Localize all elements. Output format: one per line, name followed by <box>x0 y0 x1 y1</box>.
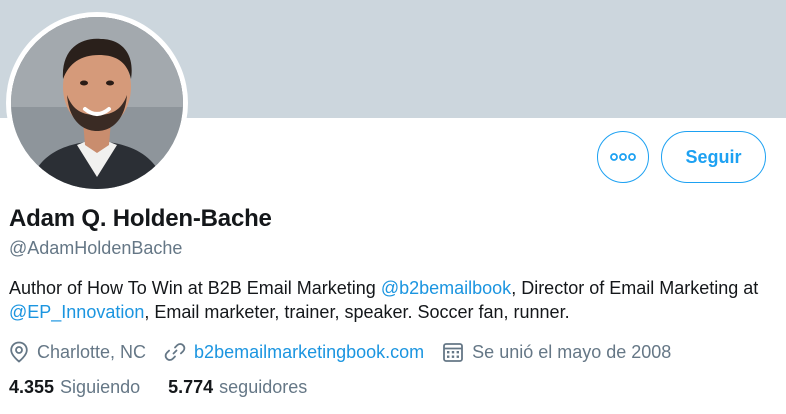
bio-text: Author of How To Win at B2B Email Market… <box>9 278 381 298</box>
website-link[interactable]: b2bemailmarketingbook.com <box>194 342 424 363</box>
followers-stat[interactable]: 5.774 seguidores <box>168 377 307 398</box>
following-stat[interactable]: 4.355 Siguiendo <box>9 377 140 398</box>
following-label: Siguiendo <box>60 377 141 397</box>
avatar-container[interactable] <box>6 12 188 194</box>
location-text: Charlotte, NC <box>37 341 147 362</box>
profile-meta: Charlotte, NC b2bemailmarketingbook.com … <box>9 340 689 364</box>
joined-text: Se unió el mayo de 2008 <box>472 341 672 362</box>
bio-text: , Director of Email Marketing at <box>511 278 759 298</box>
more-horizontal-icon <box>610 153 636 161</box>
link-icon <box>164 343 186 361</box>
profile-bio: Author of How To Win at B2B Email Market… <box>9 276 779 324</box>
calendar-icon <box>443 343 464 362</box>
bio-text: , Email marketer, trainer, speaker. Socc… <box>144 302 570 322</box>
bio-mention-link[interactable]: @b2bemailbook <box>381 278 511 298</box>
profile-stats: 4.355 Siguiendo 5.774 seguidores <box>9 377 335 398</box>
follow-button[interactable]: Seguir <box>661 131 766 183</box>
avatar[interactable] <box>11 17 183 189</box>
followers-label: seguidores <box>219 377 308 397</box>
profile-name: Adam Q. Holden-Bache <box>9 205 272 232</box>
profile-handle: @AdamHoldenBache <box>9 238 183 258</box>
location-item: Charlotte, NC <box>9 341 146 363</box>
joined-item: Se unió el mayo de 2008 <box>442 341 671 363</box>
website-item[interactable]: b2bemailmarketingbook.com <box>164 341 424 363</box>
following-count: 4.355 <box>9 377 55 397</box>
more-options-button[interactable] <box>597 131 649 183</box>
location-pin-icon <box>10 341 28 363</box>
followers-count: 5.774 <box>168 377 214 397</box>
bio-mention-link[interactable]: @EP_Innovation <box>9 302 144 322</box>
